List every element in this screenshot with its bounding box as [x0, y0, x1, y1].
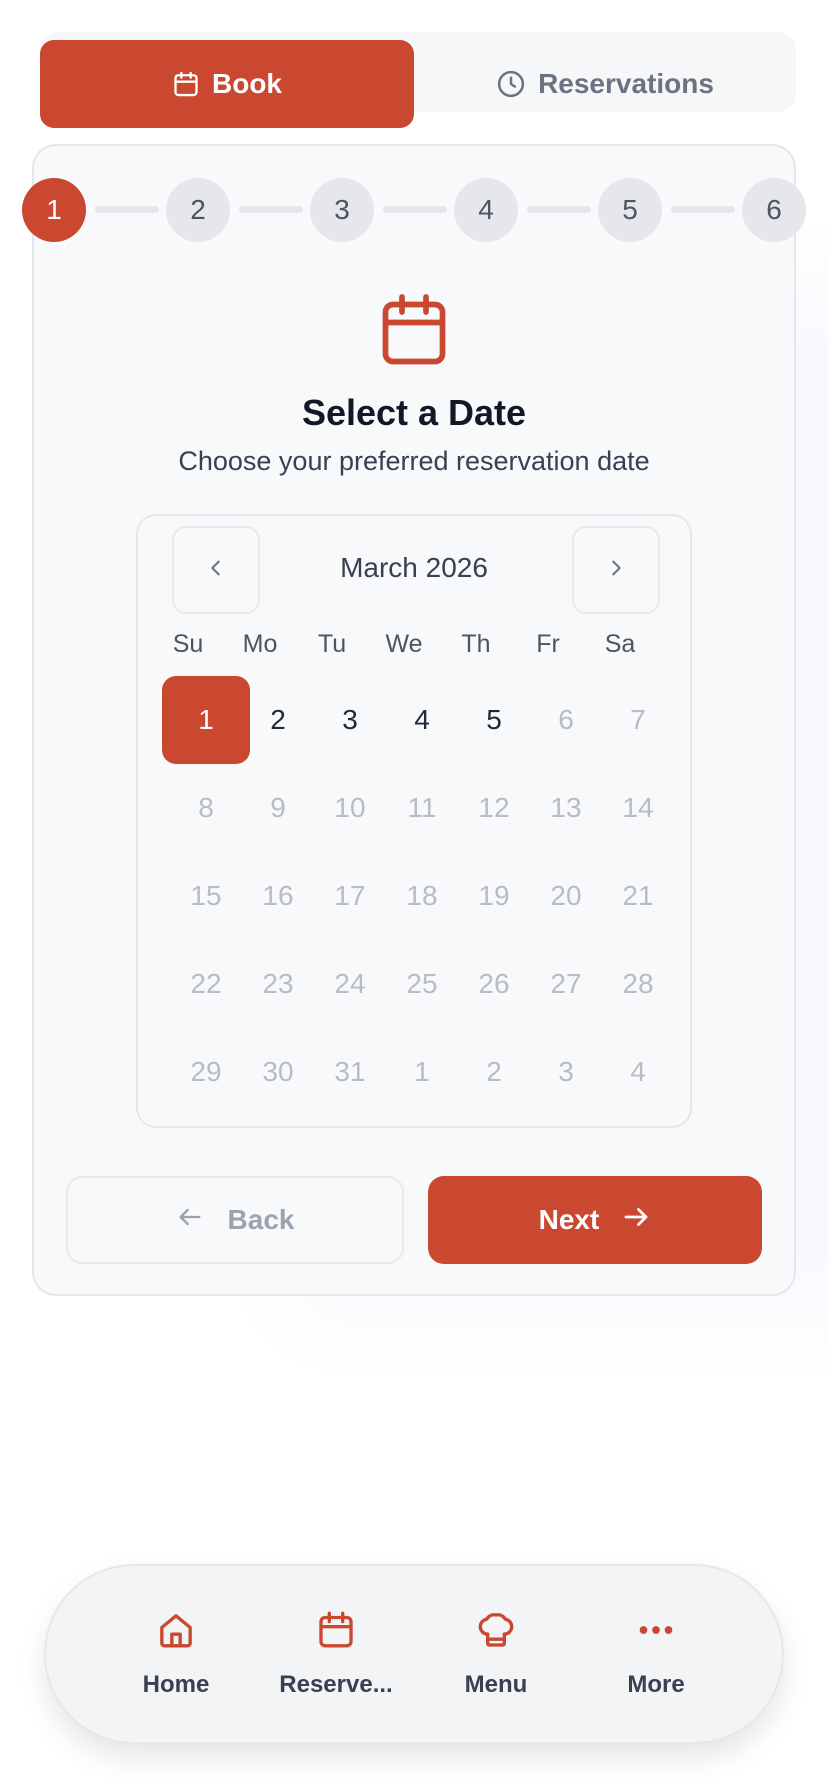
- step-2: 2: [166, 178, 230, 242]
- step-connector: [383, 206, 447, 213]
- calendar-day: 21: [622, 880, 654, 911]
- step-connector: [239, 206, 303, 213]
- calendar-icon: [378, 292, 450, 373]
- step-6: 6: [742, 178, 806, 242]
- step-1: 1: [22, 178, 86, 242]
- step-connector: [527, 206, 591, 213]
- calendar-day: 14: [622, 792, 654, 823]
- back-button[interactable]: Back: [66, 1176, 404, 1264]
- nav-menu-label: Menu: [464, 1671, 528, 1698]
- page-subtitle: Choose your preferred reservation date: [178, 446, 650, 476]
- calendar-day: 28: [622, 968, 654, 999]
- step-connector: [95, 206, 159, 213]
- home-icon: [156, 1610, 196, 1655]
- arrow-left-icon: [176, 1203, 204, 1238]
- calendar-days-grid: 1 2 3 4 5 6 7 8 9 10 11 12 13 14 15 16 17 18 19 20 21 22 23 24 2…: [138, 516, 690, 1126]
- step-connector: [671, 206, 735, 213]
- progress-stepper: 1 2 3 4 5 6: [0, 0, 828, 242]
- calendar-icon: [316, 1610, 356, 1655]
- nav-reserve[interactable]: Reserve...: [256, 1610, 416, 1710]
- nav-home-label: Home: [142, 1671, 210, 1698]
- page-title: Select a Date: [301, 392, 527, 433]
- arrow-right-icon: [621, 1202, 651, 1239]
- calendar-day: 7: [630, 704, 646, 735]
- next-button-label: Next: [538, 1204, 600, 1235]
- nav-menu[interactable]: Menu: [416, 1610, 576, 1710]
- nav-home[interactable]: Home: [96, 1610, 256, 1710]
- date-calendar: March 2026 Su Mo Tu We Th Fr Sa 12345678…: [136, 514, 692, 1128]
- back-button-label: Back: [227, 1204, 295, 1235]
- calendar-day: 4: [630, 1056, 646, 1087]
- step-3: 3: [310, 178, 374, 242]
- nav-reserve-label: Reserve...: [279, 1671, 393, 1698]
- next-button[interactable]: Next: [428, 1176, 762, 1264]
- nav-more-label: More: [627, 1671, 685, 1698]
- step-5: 5: [598, 178, 662, 242]
- nav-more[interactable]: More: [576, 1610, 736, 1710]
- bottom-nav: Home Reserve... Menu More: [44, 1564, 784, 1744]
- more-dots-icon: [636, 1610, 676, 1655]
- chef-hat-icon: [476, 1610, 516, 1655]
- step-4: 4: [454, 178, 518, 242]
